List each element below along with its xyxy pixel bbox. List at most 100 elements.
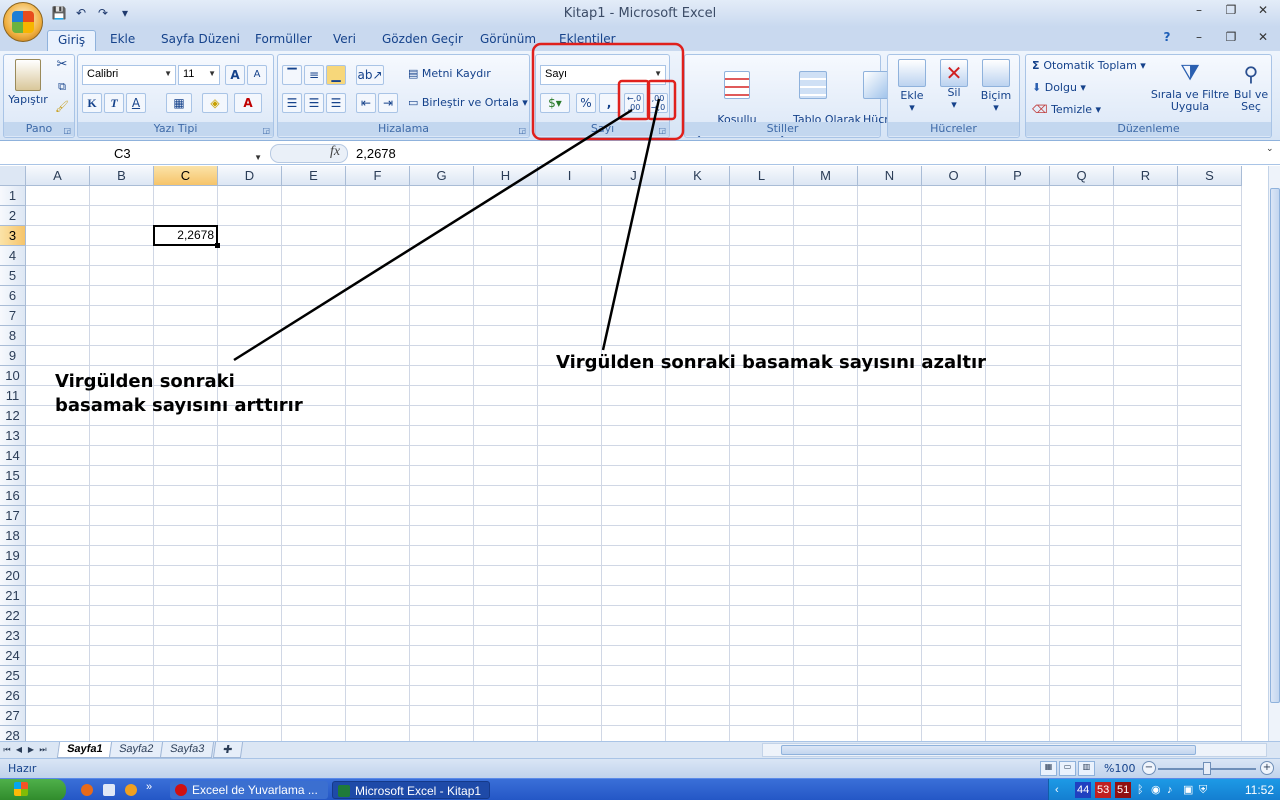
row-header-28[interactable]: 28	[0, 726, 26, 741]
wrap-text-button[interactable]: ▤ Metni Kaydır	[408, 68, 491, 80]
comma-button[interactable]: ,	[599, 93, 619, 113]
workbook-minimize-button[interactable]: –	[1188, 30, 1210, 46]
normal-view-icon[interactable]: ▦	[1040, 761, 1057, 776]
column-header-m[interactable]: M	[794, 166, 858, 186]
cut-icon[interactable]: ✂	[54, 58, 70, 71]
merge-center-button[interactable]: ▭ Birleştir ve Ortala ▾	[408, 97, 528, 109]
row-header-6[interactable]: 6	[0, 286, 26, 306]
insert-sheet-icon[interactable]: ✚	[212, 742, 244, 758]
insert-cells-button[interactable]: Ekle ▾	[892, 59, 932, 114]
spreadsheet-grid[interactable]: ABCDEFGHIJKLMNOPQRS 1 2 3 4 5 6 7 8 9 10 11 12 13 14 1…	[0, 166, 1268, 741]
row-header-26[interactable]: 26	[0, 686, 26, 706]
insert-function-icon[interactable]: fx	[330, 144, 340, 160]
font-color-button[interactable]: A	[234, 93, 262, 113]
quicklaunch-icon[interactable]	[120, 781, 138, 799]
security-icon[interactable]: ⛨	[1197, 782, 1209, 798]
fill-color-icon[interactable]: ◈	[202, 93, 228, 113]
zoom-in-icon[interactable]: +	[1260, 761, 1274, 775]
minimize-button[interactable]: –	[1188, 3, 1210, 19]
show-desktop-icon[interactable]	[98, 781, 116, 799]
row-header-12[interactable]: 12	[0, 406, 26, 426]
zoom-slider-thumb[interactable]	[1203, 762, 1211, 775]
volume-icon[interactable]: ♪	[1165, 782, 1175, 798]
increase-decimal-button[interactable]: ←,0 ,00	[624, 93, 644, 113]
shrink-font-button[interactable]: A	[247, 65, 267, 85]
autosum-button[interactable]: Σ Otomatik Toplam ▾	[1032, 60, 1146, 72]
align-left-icon[interactable]: ☰	[282, 93, 302, 113]
restore-button[interactable]: ❐	[1220, 3, 1242, 19]
workbook-restore-button[interactable]: ❐	[1220, 30, 1242, 46]
first-sheet-icon[interactable]: ⏮	[2, 743, 12, 757]
increase-indent-icon[interactable]: ⇥	[378, 93, 398, 113]
horizontal-scrollbar[interactable]	[762, 743, 1267, 757]
align-bottom-icon[interactable]: ▁	[326, 65, 346, 85]
tray-collapse-icon[interactable]: ‹	[1053, 782, 1061, 798]
prev-sheet-icon[interactable]: ◀	[14, 743, 24, 757]
next-sheet-icon[interactable]: ▶	[26, 743, 36, 757]
row-header-8[interactable]: 8	[0, 326, 26, 346]
row-header-9[interactable]: 9	[0, 346, 26, 366]
taskbar-item-opera[interactable]: Exceel de Yuvarlama ...	[170, 781, 328, 799]
sheet-tab-sayfa1[interactable]: Sayfa1	[56, 742, 113, 758]
column-header-d[interactable]: D	[218, 166, 282, 186]
row-header-27[interactable]: 27	[0, 706, 26, 726]
row-header-10[interactable]: 10	[0, 366, 26, 386]
column-header-p[interactable]: P	[986, 166, 1050, 186]
cell-styles-button[interactable]: Hücre Stilleri	[835, 59, 895, 150]
bluetooth-icon[interactable]: ᛒ	[1135, 782, 1146, 798]
number-format-combo[interactable]: Sayı ▼	[540, 65, 666, 85]
column-header-o[interactable]: O	[922, 166, 986, 186]
underline-button[interactable]: A	[126, 93, 146, 113]
dialog-launcher-icon[interactable]: ◲	[518, 126, 526, 135]
row-header-19[interactable]: 19	[0, 546, 26, 566]
last-sheet-icon[interactable]: ⏭	[38, 743, 48, 757]
column-header-h[interactable]: H	[474, 166, 538, 186]
fill-button[interactable]: ⬇ Dolgu ▾	[1032, 82, 1086, 94]
row-header-11[interactable]: 11	[0, 386, 26, 406]
currency-icon[interactable]: $▾	[540, 93, 570, 113]
font-name-combo[interactable]: Calibri ▼	[82, 65, 176, 85]
page-layout-icon[interactable]: ▭	[1059, 761, 1076, 776]
taskbar-item-excel[interactable]: Microsoft Excel - Kitap1	[332, 781, 490, 799]
tray-badge-3[interactable]: 51	[1115, 782, 1132, 798]
row-header-21[interactable]: 21	[0, 586, 26, 606]
row-header-5[interactable]: 5	[0, 266, 26, 286]
column-header-n[interactable]: N	[858, 166, 922, 186]
tray-app-icon[interactable]: ▣	[1181, 782, 1195, 798]
copy-icon[interactable]: ⧉	[54, 81, 70, 93]
row-header-14[interactable]: 14	[0, 446, 26, 466]
sheet-tab-sayfa2[interactable]: Sayfa2	[108, 742, 164, 758]
tray-badge-1[interactable]: 44	[1075, 782, 1092, 798]
column-header-j[interactable]: J	[602, 166, 666, 186]
row-header-16[interactable]: 16	[0, 486, 26, 506]
column-header-e[interactable]: E	[282, 166, 346, 186]
column-header-l[interactable]: L	[730, 166, 794, 186]
select-all-corner[interactable]	[0, 166, 26, 186]
decrease-indent-icon[interactable]: ⇤	[356, 93, 376, 113]
row-header-4[interactable]: 4	[0, 246, 26, 266]
row-header-13[interactable]: 13	[0, 426, 26, 446]
italic-button[interactable]: T	[104, 93, 124, 113]
orientation-icon[interactable]: ab↗	[356, 65, 384, 85]
font-size-combo[interactable]: 11 ▼	[178, 65, 220, 85]
row-header-1[interactable]: 1	[0, 186, 26, 206]
percent-button[interactable]: %	[576, 93, 596, 113]
workbook-close-button[interactable]: ✕	[1252, 30, 1274, 46]
paste-button[interactable]: Yapıştır	[6, 59, 50, 117]
tab-sayfa-duzeni[interactable]: Sayfa Düzeni	[151, 30, 250, 51]
column-header-i[interactable]: I	[538, 166, 602, 186]
vertical-scroll-thumb[interactable]	[1270, 188, 1280, 703]
close-button[interactable]: ✕	[1252, 3, 1274, 19]
column-header-f[interactable]: F	[346, 166, 410, 186]
row-header-7[interactable]: 7	[0, 306, 26, 326]
zoom-level[interactable]: %100	[1104, 762, 1135, 775]
column-header-c[interactable]: C	[154, 166, 218, 186]
column-header-g[interactable]: G	[410, 166, 474, 186]
format-painter-icon[interactable]: 🖌	[54, 101, 70, 113]
decrease-decimal-button[interactable]: ,00 →,0	[648, 93, 668, 113]
tab-eklentiler[interactable]: Eklentiler	[549, 30, 626, 51]
column-header-b[interactable]: B	[90, 166, 154, 186]
row-header-2[interactable]: 2	[0, 206, 26, 226]
more-quicklaunch-icon[interactable]: »	[146, 781, 160, 799]
row-header-17[interactable]: 17	[0, 506, 26, 526]
